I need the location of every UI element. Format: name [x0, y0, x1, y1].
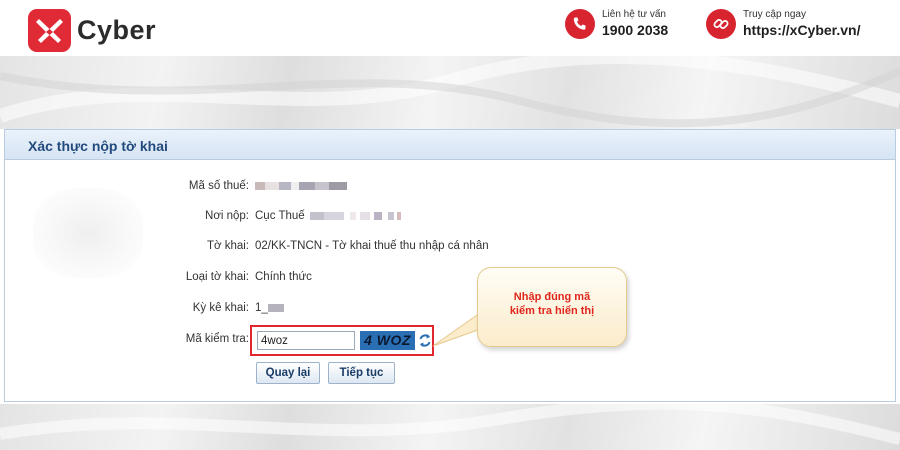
declaration-type-value: Chính thức: [255, 271, 312, 283]
declaration-value: 02/KK-TNCN - Tờ khai thuế thu nhập cá nh…: [255, 240, 489, 252]
captcha-input[interactable]: [257, 331, 355, 350]
hotline-number: 1900 2038: [602, 22, 669, 38]
cyber-logo[interactable]: Cyber: [28, 9, 156, 52]
phone-icon: [565, 8, 595, 39]
declaration-label: Tờ khai:: [206, 240, 249, 252]
period-label: Kỳ kê khai:: [192, 302, 249, 314]
decorative-band-bottom: [0, 404, 900, 450]
declaration-type-label: Loại tờ khai:: [185, 271, 249, 283]
hotline-label: Liên hệ tư vấn: [602, 9, 666, 20]
decorative-band-top: [0, 56, 900, 129]
tax-code-label: Mã số thuế:: [188, 180, 249, 192]
tax-code-row: Mã số thuế:: [5, 180, 605, 200]
refresh-captcha-icon[interactable]: [418, 332, 432, 349]
website-url: https://xCyber.vn/: [743, 22, 861, 38]
submit-to-row: Nơi nộp: Cục Thuế: [5, 210, 605, 230]
period-value: 1_: [255, 302, 284, 314]
declaration-row: Tờ khai: 02/KK-TNCN - Tờ khai thuế thu n…: [5, 240, 605, 260]
link-icon: [706, 8, 736, 39]
website-label: Truy cập ngay: [743, 9, 806, 20]
submission-verification-panel: Xác thực nộp tờ khai Mã số thuế: Nơi nộp…: [4, 129, 896, 402]
callout-line-2: kiểm tra hiển thị: [509, 305, 595, 317]
blurred-area: [33, 188, 143, 278]
hotline-contact[interactable]: Liên hệ tư vấn 1900 2038: [565, 8, 668, 39]
captcha-image: 4 WOZ: [360, 331, 415, 350]
callout-line-1: Nhập đúng mã: [513, 291, 591, 303]
cyber-logo-mark-icon: [28, 9, 71, 52]
continue-button[interactable]: Tiếp tục: [328, 362, 395, 384]
panel-title: Xác thực nộp tờ khai: [5, 130, 895, 160]
website-contact[interactable]: Truy cập ngay https://xCyber.vn/: [706, 8, 860, 39]
submit-to-value: Cục Thuế: [255, 210, 401, 222]
submit-to-label: Nơi nộp:: [205, 210, 249, 222]
back-button[interactable]: Quay lại: [256, 362, 320, 384]
instruction-callout: Nhập đúng mã kiểm tra hiển thị: [477, 267, 627, 347]
brand-header: Cyber Liên hệ tư vấn 1900 2038 Truy cập …: [0, 0, 900, 56]
tax-code-redacted: [255, 180, 347, 192]
captcha-label: Mã kiểm tra:: [185, 333, 249, 345]
brand-name: Cyber: [77, 15, 157, 45]
captcha-highlight-box: 4 WOZ: [250, 325, 434, 356]
